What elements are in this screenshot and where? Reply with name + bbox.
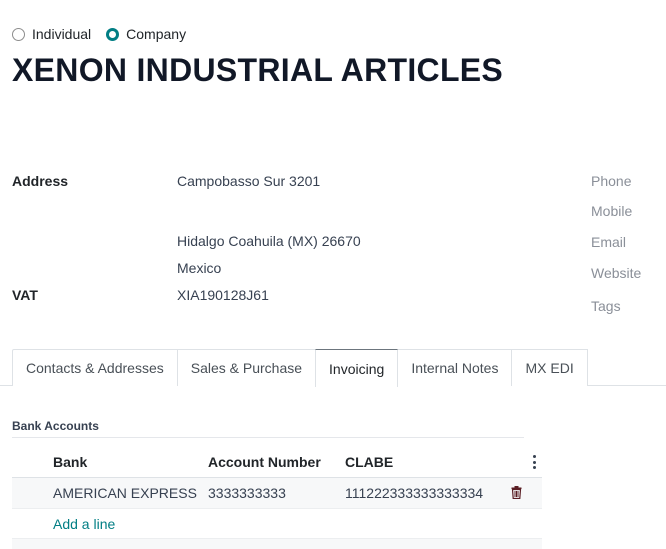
add-line-link[interactable]: Add a line	[53, 516, 115, 532]
tab-mx-edi[interactable]: MX EDI	[511, 349, 588, 386]
company-name-field[interactable]: XENON INDUSTRIAL ARTICLES	[12, 52, 503, 89]
trash-icon[interactable]	[511, 486, 522, 502]
radio-company-circle[interactable]	[106, 27, 120, 41]
radio-company-label[interactable]: Company	[126, 26, 186, 42]
account-number-cell[interactable]: 3333333333	[208, 485, 286, 501]
optional-columns-icon[interactable]	[531, 455, 537, 469]
column-header-bank[interactable]: Bank	[53, 454, 87, 470]
radio-company[interactable]: Company	[106, 26, 186, 42]
table-header: Bank Account Number CLABE	[12, 447, 542, 478]
bank-cell[interactable]: AMERICAN EXPRESS	[53, 485, 197, 501]
radio-individual-circle[interactable]	[12, 27, 25, 41]
dot	[532, 460, 536, 464]
tab-sales-purchase[interactable]: Sales & Purchase	[176, 349, 317, 386]
add-line-row: Add a line	[12, 509, 542, 540]
table-row[interactable]: AMERICAN EXPRESS 3333333333 111222333333…	[12, 478, 542, 509]
street-field[interactable]: Campobasso Sur 3201	[177, 173, 320, 189]
partner-type-radio-group: Individual Company	[12, 26, 201, 42]
radio-individual[interactable]: Individual	[12, 26, 91, 42]
tab-contacts-addresses[interactable]: Contacts & Addresses	[12, 349, 178, 386]
dot	[532, 455, 536, 458]
bank-accounts-divider	[12, 437, 524, 438]
dot	[532, 466, 536, 469]
column-header-account-number[interactable]: Account Number	[208, 454, 321, 470]
notebook-tabs: Contacts & Addresses Sales & Purchase In…	[12, 349, 588, 387]
country-field[interactable]: Mexico	[177, 260, 221, 276]
address-label: Address	[12, 173, 69, 189]
email-label: Email	[591, 234, 627, 250]
bank-accounts-table: Bank Account Number CLABE AMERICAN EXPRE…	[12, 447, 542, 540]
tab-invoicing[interactable]: Invoicing	[315, 349, 399, 387]
city-state-zip-field[interactable]: Hidalgo Coahuila (MX) 26670	[177, 233, 361, 249]
phone-label: Phone	[591, 173, 632, 189]
radio-individual-label[interactable]: Individual	[32, 26, 91, 42]
tags-label: Tags	[591, 298, 621, 314]
website-label: Website	[591, 265, 642, 281]
vat-label: VAT	[12, 287, 38, 303]
table-footer-row	[12, 538, 542, 549]
column-header-clabe[interactable]: CLABE	[345, 454, 393, 470]
clabe-cell[interactable]: 111222333333333334	[345, 485, 483, 501]
mobile-label: Mobile	[591, 203, 633, 219]
bank-accounts-title: Bank Accounts	[12, 419, 99, 433]
vat-field[interactable]: XIA190128J61	[177, 287, 269, 303]
tab-internal-notes[interactable]: Internal Notes	[397, 349, 513, 386]
